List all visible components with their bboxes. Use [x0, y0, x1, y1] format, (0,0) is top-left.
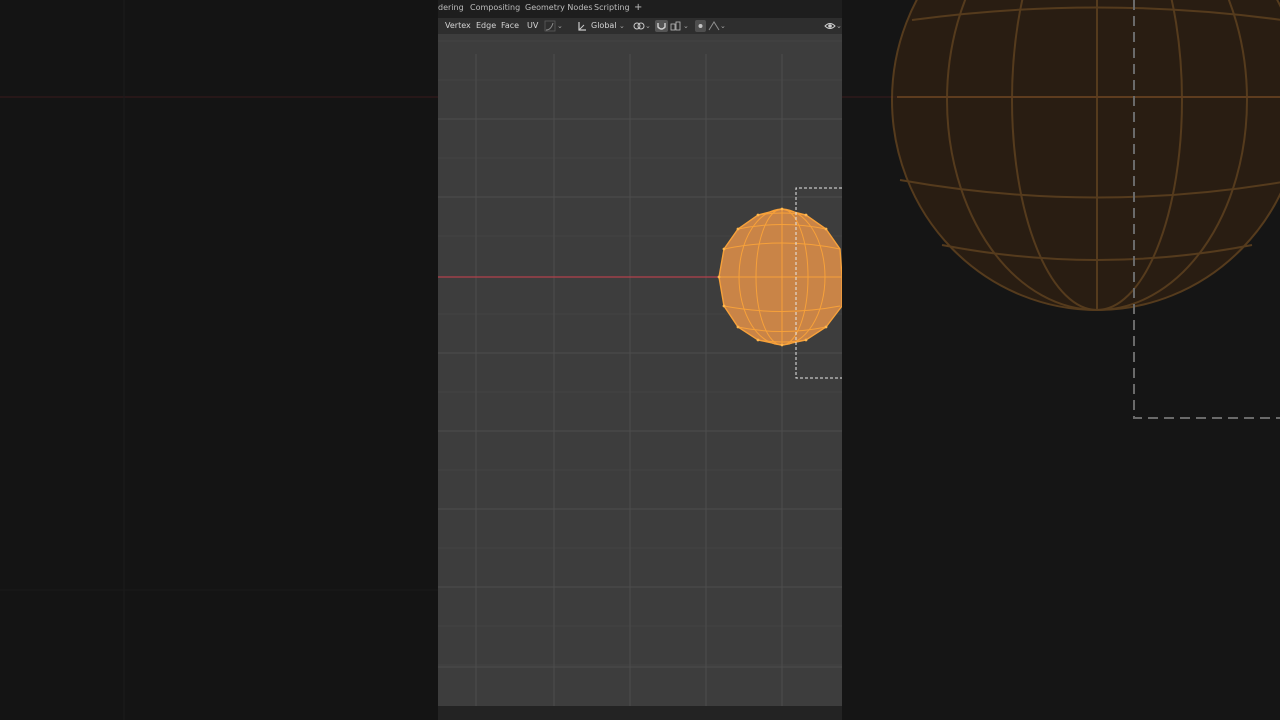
magnet-icon[interactable] — [655, 20, 668, 32]
right-letterbox — [842, 0, 1280, 720]
chevron-down-icon[interactable]: ⌄ — [836, 20, 842, 32]
chevron-down-icon[interactable]: ⌄ — [557, 20, 563, 32]
snap-icon[interactable] — [670, 20, 682, 32]
orientation-dropdown[interactable]: Global — [591, 20, 617, 32]
link-icon[interactable] — [633, 20, 645, 32]
proportional-edit-icon[interactable] — [695, 20, 706, 32]
blender-window: dering Compositing Geometry Nodes Script… — [438, 0, 842, 720]
tab-compositing[interactable]: Compositing — [470, 3, 520, 12]
select-edge-button[interactable]: Edge — [476, 20, 496, 32]
chevron-down-icon[interactable]: ⌄ — [720, 20, 726, 32]
left-letterbox-grid — [0, 0, 438, 720]
tab-scripting[interactable]: Scripting — [594, 3, 630, 12]
uv-menu[interactable]: UV — [527, 20, 538, 32]
3d-viewport[interactable] — [438, 34, 842, 706]
chevron-down-icon[interactable]: ⌄ — [645, 20, 651, 32]
workspace-tabs-bar: dering Compositing Geometry Nodes Script… — [438, 0, 842, 18]
viewport-header: Vertex Edge Face UV ⌄ Global ⌄ ⌄ ⌄ ⌄ ⌄ — [438, 18, 842, 34]
eye-icon[interactable] — [824, 20, 836, 32]
viewport-grid — [438, 40, 842, 706]
left-letterbox — [0, 0, 438, 720]
select-face-button[interactable]: Face — [501, 20, 519, 32]
chevron-down-icon[interactable]: ⌄ — [619, 20, 625, 32]
status-bar — [438, 706, 842, 720]
pivot-icon[interactable] — [577, 20, 587, 32]
tab-rendering[interactable]: dering — [438, 3, 464, 12]
add-workspace-button[interactable]: + — [634, 2, 642, 13]
falloff-icon[interactable] — [708, 20, 720, 32]
tab-geometry-nodes[interactable]: Geometry Nodes — [525, 3, 592, 12]
uv-sphere-mesh — [717, 207, 842, 347]
chevron-down-icon[interactable]: ⌄ — [683, 20, 689, 32]
zoomed-sphere-backdrop — [842, 0, 1280, 419]
select-vertex-button[interactable]: Vertex — [445, 20, 471, 32]
